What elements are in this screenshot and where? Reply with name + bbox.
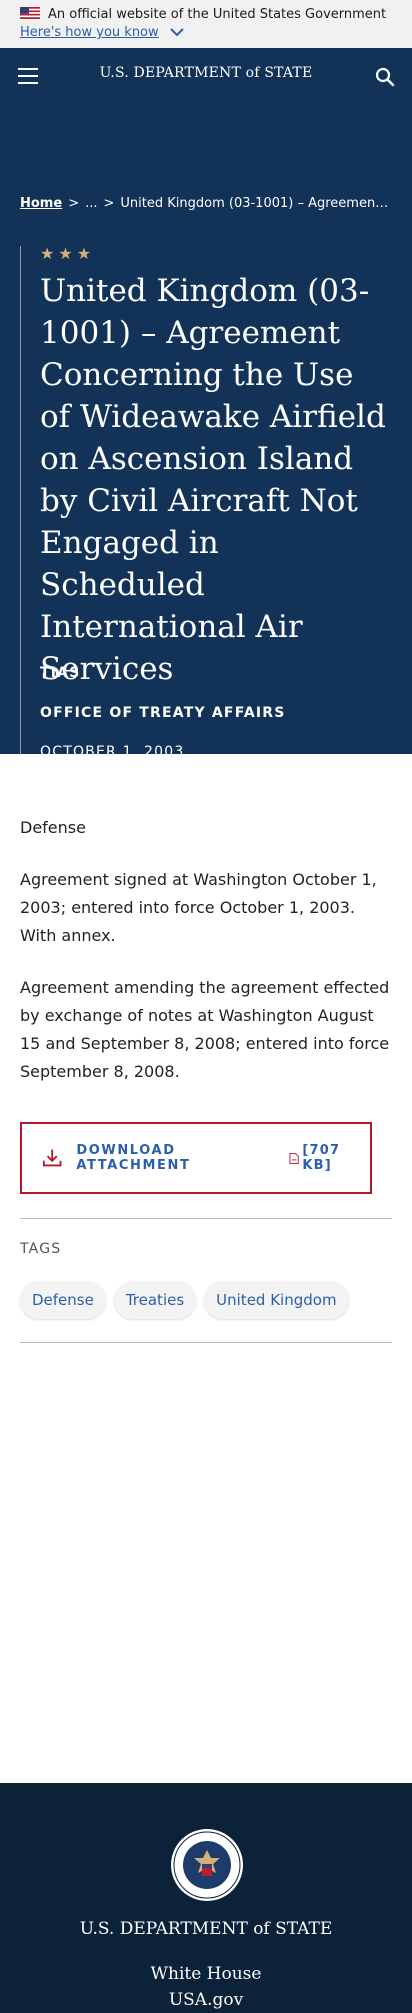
tag-united-kingdom[interactable]: United Kingdom <box>204 1281 349 1319</box>
summary-paragraph-1: Agreement signed at Washington October 1… <box>20 870 377 945</box>
site-header: U.S. DEPARTMENT of STATE <box>0 48 412 108</box>
footer-brand[interactable]: U.S. DEPARTMENT of STATE <box>0 1919 412 1939</box>
us-flag-icon <box>20 7 40 19</box>
page-title: United Kingdom (03-1001) – Agreement Con… <box>40 273 386 687</box>
tag-treaties[interactable]: Treaties <box>113 1281 197 1319</box>
office-label: OFFICE OF TREATY AFFAIRS <box>40 705 286 721</box>
chevron-down-icon[interactable] <box>169 27 185 37</box>
hero: Home >... > United Kingdom (03-1001) – Agre… <box>0 108 412 760</box>
tag-list: Defense Treaties United Kingdom <box>20 1281 349 1319</box>
main-content: Defense Agreement signed at Washington O… <box>0 754 412 1343</box>
site-footer: U.S. DEPARTMENT of STATE White House USA… <box>0 1783 412 2013</box>
summary-paragraph-2: Agreement amending the agreement effecte… <box>20 978 390 1081</box>
download-icon <box>42 1149 62 1167</box>
tags-title: TAGS <box>20 1241 62 1257</box>
how-you-know-link[interactable]: Here's how you know <box>20 25 159 40</box>
breadcrumb: Home >... > United Kingdom (03-1001) – Agre… <box>20 196 392 211</box>
file-size: [707 KB] <box>302 1143 341 1173</box>
footer-link-white-house[interactable]: White House <box>0 1964 412 1984</box>
breadcrumb-ellipsis[interactable]: ... <box>85 196 97 211</box>
publish-date: OCTOBER 1, 2003 <box>40 744 185 760</box>
stars-icon: ★★★ <box>40 244 96 263</box>
tag-defense[interactable]: Defense <box>20 1281 106 1319</box>
download-attachment-button[interactable]: DOWNLOAD ATTACHMENT [707 KB] <box>20 1122 372 1194</box>
breadcrumb-separator: > <box>103 196 115 211</box>
breadcrumb-current: United Kingdom (03-1001) – Agreement Con… <box>120 196 392 211</box>
department-seal-icon <box>171 1829 243 1901</box>
pdf-file-icon <box>289 1152 299 1164</box>
collection-label: TIAS <box>40 665 81 681</box>
breadcrumb-separator: > <box>68 196 80 211</box>
footer-link-usa-gov[interactable]: USA.gov <box>0 1990 412 2010</box>
hero-divider <box>20 246 21 754</box>
tags-section: TAGS Defense Treaties United Kingdom <box>20 1218 392 1343</box>
gov-banner: An official website of the United States… <box>0 0 412 48</box>
site-brand[interactable]: U.S. DEPARTMENT of STATE <box>0 65 412 81</box>
download-label: DOWNLOAD ATTACHMENT <box>76 1143 191 1173</box>
search-icon[interactable] <box>374 66 396 88</box>
category-text: Defense <box>20 818 86 837</box>
gov-banner-text: An official website of the United States… <box>48 7 387 22</box>
breadcrumb-home[interactable]: Home <box>20 196 62 211</box>
